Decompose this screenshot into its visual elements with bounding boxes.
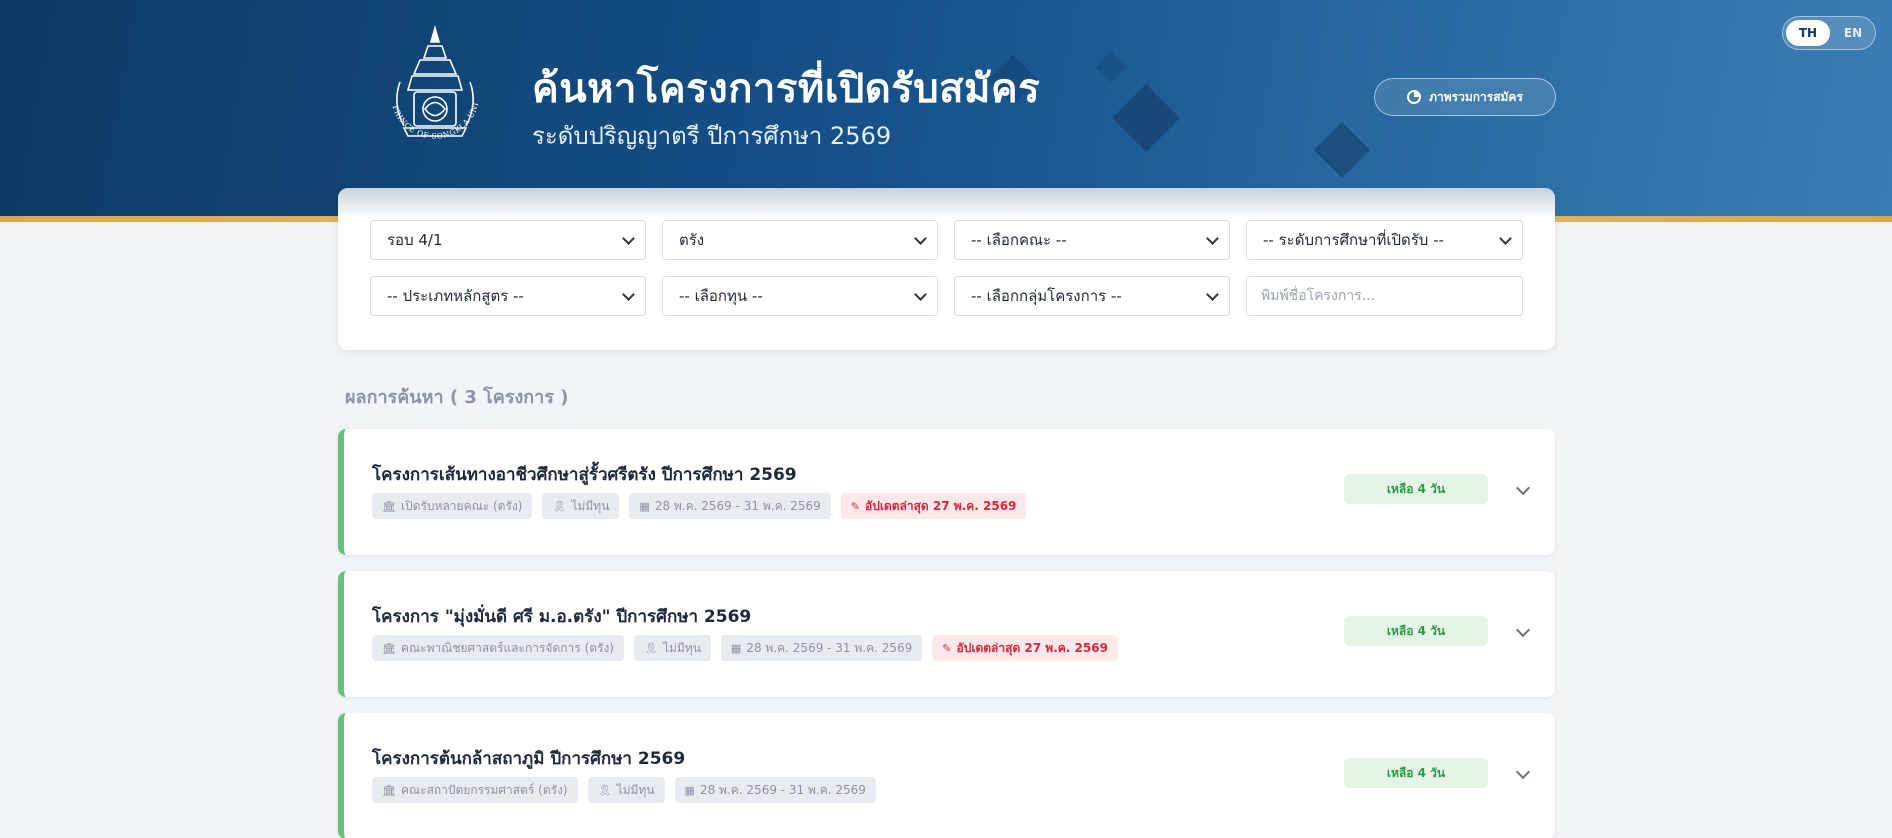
updated-tag-text: อัปเดตล่าสุด 27 พ.ค. 2569 — [956, 640, 1108, 655]
scholarship-tag: 🎗 ไม่มีทุน — [542, 493, 620, 519]
curriculum-type-select-value: -- ประเภทหลักสูตร -- — [387, 287, 524, 305]
level-select-value: -- ระดับการศึกษาที่เปิดรับ -- — [1263, 231, 1444, 249]
faculty-tag-text: เปิดรับหลายคณะ (ตรัง) — [400, 498, 523, 513]
dates-tag: ▦ 28 พ.ค. 2569 - 31 พ.ค. 2569 — [629, 493, 831, 519]
filter-panel: รอบ 4/1 ตรัง -- เลือกคณะ -- -- ระดับการศ… — [338, 188, 1555, 350]
project-search-placeholder: พิมพ์ชื่อโครงการ... — [1261, 288, 1376, 304]
chevron-down-icon — [1499, 232, 1512, 245]
project-card[interactable]: โครงการ "มุ่งมั่นดี ศรี ม.อ.ตรัง" ปีการศ… — [338, 571, 1555, 697]
faculty-tag-text: คณะสถาปัตยกรรมศาสตร์ (ตรัง) — [400, 782, 568, 797]
project-search-input[interactable]: พิมพ์ชื่อโครงการ... — [1246, 276, 1523, 316]
dates-tag-text: 28 พ.ค. 2569 - 31 พ.ค. 2569 — [746, 640, 913, 655]
project-tags: 🏛 เปิดรับหลายคณะ (ตรัง) 🎗 ไม่มีทุน ▦ 28 … — [372, 493, 1027, 519]
project-card[interactable]: โครงการเส้นทางอาชีวศึกษาสู่รั้วศรีตรัง ป… — [338, 429, 1555, 555]
logo-text: PRINCE OF SONGKLA UNIVERSITY — [378, 24, 480, 141]
header-banner: PRINCE OF SONGKLA UNIVERSITY ค้นหาโครงกา… — [0, 0, 1892, 218]
remaining-days-badge: เหลือ 4 วัน — [1344, 758, 1488, 788]
round-select[interactable]: รอบ 4/1 — [370, 220, 646, 260]
svg-text:PRINCE OF SONGKLA UNIVERSITY: PRINCE OF SONGKLA UNIVERSITY — [378, 24, 480, 141]
project-tags: 🏛 คณะสถาปัตยกรรมศาสตร์ (ตรัง) 🎗 ไม่มีทุน… — [372, 777, 876, 803]
faculty-select-value: -- เลือกคณะ -- — [971, 231, 1067, 249]
award-icon: 🎗 — [597, 783, 612, 797]
page-title: ค้นหาโครงการที่เปิดรับสมัคร — [532, 66, 1041, 112]
faculty-select[interactable]: -- เลือกคณะ -- — [954, 220, 1230, 260]
curriculum-type-select[interactable]: -- ประเภทหลักสูตร -- — [370, 276, 646, 316]
chevron-down-icon — [622, 232, 635, 245]
faculty-tag: 🏛 คณะพาณิชยศาสตร์และการจัดการ (ตรัง) — [372, 635, 624, 661]
edit-icon: ✎ — [850, 499, 860, 513]
bank-icon: 🏛 — [382, 641, 396, 655]
updated-tag: ✎ อัปเดตล่าสุด 27 พ.ค. 2569 — [932, 635, 1118, 661]
dates-tag: ▦ 28 พ.ค. 2569 - 31 พ.ค. 2569 — [720, 635, 923, 661]
graduation-cap-decoration — [1313, 121, 1371, 179]
project-title: โครงการ "มุ่งมั่นดี ศรี ม.อ.ตรัง" ปีการศ… — [372, 607, 752, 627]
campus-select[interactable]: ตรัง — [662, 220, 938, 260]
round-select-value: รอบ 4/1 — [387, 231, 443, 249]
bank-icon: 🏛 — [382, 499, 396, 513]
updated-tag-text: อัปเดตล่าสุด 27 พ.ค. 2569 — [865, 498, 1017, 513]
pie-chart-icon — [1407, 90, 1422, 104]
scholarship-tag: 🎗 ไม่มีทุน — [633, 635, 711, 661]
panel-top-shade — [338, 188, 1555, 218]
graduation-cap-decoration — [1112, 84, 1180, 152]
award-icon: 🎗 — [643, 641, 658, 655]
scholarship-tag-text: ไม่มีทุน — [662, 640, 701, 655]
scholarship-select-value: -- เลือกทุน -- — [679, 287, 763, 305]
project-title: โครงการต้นกล้าสถาภูมิ ปีการศึกษา 2569 — [372, 749, 686, 769]
chevron-down-icon[interactable] — [1515, 480, 1531, 496]
faculty-tag: 🏛 คณะสถาปัตยกรรมศาสตร์ (ตรัง) — [372, 777, 578, 803]
scholarship-select[interactable]: -- เลือกทุน -- — [662, 276, 938, 316]
faculty-tag: 🏛 เปิดรับหลายคณะ (ตรัง) — [372, 493, 533, 519]
scholarship-tag-text: ไม่มีทุน — [616, 782, 655, 797]
chevron-down-icon — [1206, 288, 1219, 301]
scholarship-tag: 🎗 ไม่มีทุน — [587, 777, 665, 803]
chevron-down-icon[interactable] — [1515, 764, 1531, 780]
overview-button-label: ภาพรวมการสมัคร — [1429, 89, 1523, 104]
dates-tag-text: 28 พ.ค. 2569 - 31 พ.ค. 2569 — [654, 498, 821, 513]
edit-icon: ✎ — [942, 641, 952, 655]
project-tags: 🏛 คณะพาณิชยศาสตร์และการจัดการ (ตรัง) 🎗 ไ… — [372, 635, 1118, 661]
scholarship-tag-text: ไม่มีทุน — [571, 498, 610, 513]
award-icon: 🎗 — [552, 499, 567, 513]
page-subtitle: ระดับปริญญาตรี ปีการศึกษา 2569 — [532, 122, 892, 150]
project-title: โครงการเส้นทางอาชีวศึกษาสู่รั้วศรีตรัง ป… — [372, 465, 797, 485]
chevron-down-icon — [622, 288, 635, 301]
project-card[interactable]: โครงการต้นกล้าสถาภูมิ ปีการศึกษา 2569 🏛 … — [338, 713, 1555, 838]
dates-tag: ▦ 28 พ.ค. 2569 - 31 พ.ค. 2569 — [674, 777, 876, 803]
chevron-down-icon — [914, 232, 927, 245]
lang-th-button[interactable]: TH — [1786, 20, 1830, 46]
calendar-icon: ▦ — [684, 783, 695, 797]
chevron-down-icon[interactable] — [1515, 622, 1531, 638]
bank-icon: 🏛 — [382, 783, 396, 797]
campus-select-value: ตรัง — [679, 231, 705, 249]
language-toggle[interactable]: TH EN — [1782, 16, 1876, 50]
calendar-icon: ▦ — [730, 641, 742, 655]
updated-tag: ✎ อัปเดตล่าสุด 27 พ.ค. 2569 — [840, 493, 1027, 519]
chevron-down-icon — [914, 288, 927, 301]
calendar-icon: ▦ — [639, 499, 650, 513]
project-group-select[interactable]: -- เลือกกลุ่มโครงการ -- — [954, 276, 1230, 316]
project-group-select-value: -- เลือกกลุ่มโครงการ -- — [971, 287, 1122, 305]
faculty-tag-text: คณะพาณิชยศาสตร์และการจัดการ (ตรัง) — [400, 640, 614, 655]
dates-tag-text: 28 พ.ค. 2569 - 31 พ.ค. 2569 — [699, 782, 866, 797]
university-logo: PRINCE OF SONGKLA UNIVERSITY — [378, 24, 480, 141]
remaining-days-badge: เหลือ 4 วัน — [1344, 474, 1488, 504]
chevron-down-icon — [1206, 232, 1219, 245]
remaining-days-badge: เหลือ 4 วัน — [1344, 616, 1488, 646]
lang-en-button[interactable]: EN — [1833, 20, 1873, 46]
level-select[interactable]: -- ระดับการศึกษาที่เปิดรับ -- — [1246, 220, 1523, 260]
overview-button[interactable]: ภาพรวมการสมัคร — [1374, 78, 1556, 116]
results-heading: ผลการค้นหา ( 3 โครงการ ) — [345, 387, 569, 408]
graduation-cap-decoration — [1095, 51, 1127, 83]
